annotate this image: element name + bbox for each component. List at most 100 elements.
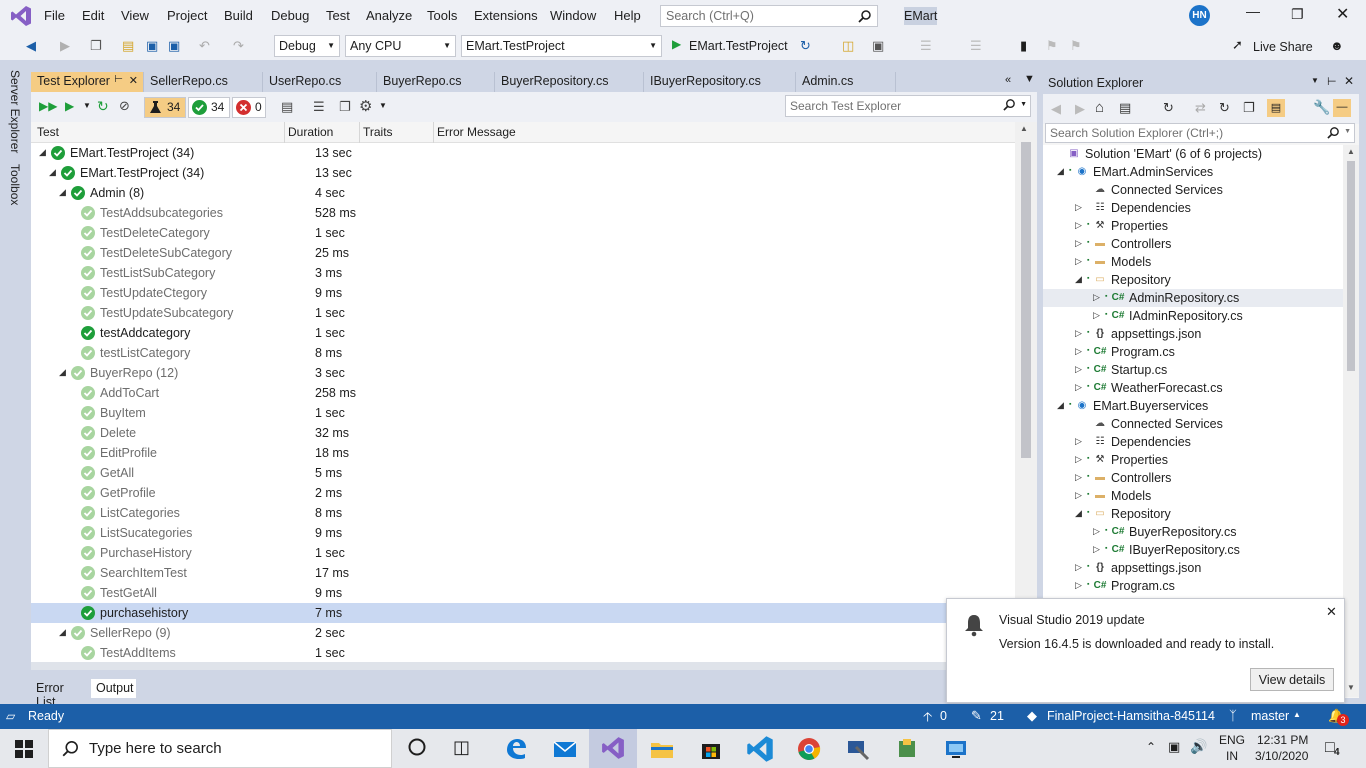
cancel-run-icon[interactable]: ⊘: [119, 98, 130, 114]
solution-tree-item[interactable]: ☁ Connected Services: [1043, 181, 1343, 199]
expand-arrow-icon[interactable]: ▷: [1093, 310, 1100, 321]
pending-changes-icon[interactable]: ↻: [1163, 100, 1174, 116]
solution-tree-item[interactable]: ▷ ▪ ▬ Models: [1043, 487, 1343, 505]
tab-sellerrepo[interactable]: SellerRepo.cs: [144, 72, 263, 92]
save-all-icon[interactable]: ▣: [168, 38, 180, 54]
playlist-icon[interactable]: ▤: [281, 99, 293, 115]
language-label[interactable]: ENG: [1219, 733, 1245, 747]
home-icon[interactable]: ⌂: [1095, 99, 1104, 116]
chrome-icon[interactable]: [795, 735, 823, 763]
view-details-button[interactable]: View details: [1250, 668, 1334, 691]
remote-desktop-icon[interactable]: [942, 735, 970, 763]
menu-window[interactable]: Window: [550, 8, 596, 23]
expand-arrow-icon[interactable]: ▷: [1075, 580, 1082, 591]
test-row[interactable]: TestAddItems 1 sec: [31, 643, 1015, 663]
repeat-run-icon[interactable]: ↻: [97, 98, 109, 115]
screenshot-icon[interactable]: ▣: [872, 38, 884, 54]
tab-overflow-icon[interactable]: «: [1005, 74, 1011, 86]
chevron-up-icon[interactable]: ⌃: [1146, 740, 1156, 754]
expand-arrow-icon[interactable]: ▷: [1075, 472, 1082, 483]
test-row[interactable]: PurchaseHistory 1 sec: [31, 543, 1015, 563]
menu-analyze[interactable]: Analyze: [366, 8, 412, 23]
avatar[interactable]: HN: [1189, 5, 1210, 26]
test-row[interactable]: ◢ EMart.TestProject (34) 13 sec: [31, 163, 1015, 183]
minimize-icon[interactable]: —: [1246, 3, 1260, 19]
menu-extensions[interactable]: Extensions: [474, 8, 538, 23]
undo-icon[interactable]: ↶: [199, 38, 210, 54]
close-icon[interactable]: ✕: [1344, 74, 1354, 88]
expand-arrow-icon[interactable]: ▷: [1075, 364, 1082, 375]
preview-icon[interactable]: —: [1333, 99, 1351, 117]
chevron-up-icon[interactable]: ▲: [1293, 710, 1301, 719]
expand-arrow-icon[interactable]: ▷: [1075, 454, 1082, 465]
test-row[interactable]: TestAddsubcategories 528 ms: [31, 203, 1015, 223]
solution-tree-item[interactable]: ▷ ▪ C# BuyerRepository.cs: [1043, 523, 1343, 541]
solution-tree-item[interactable]: ▷ ▪ ▬ Controllers: [1043, 235, 1343, 253]
solution-tree-item[interactable]: ◢ ▪ ◉ EMart.AdminServices: [1043, 163, 1343, 181]
menu-tools[interactable]: Tools: [427, 8, 457, 23]
run-icon[interactable]: ▶: [672, 37, 681, 51]
expand-arrow-icon[interactable]: ▷: [1075, 328, 1082, 339]
test-row[interactable]: GetAll 5 ms: [31, 463, 1015, 483]
expander-icon[interactable]: ◢: [59, 627, 66, 638]
chevron-down-icon[interactable]: ▼: [1344, 128, 1351, 135]
test-row[interactable]: ◢ Admin (8) 4 sec: [31, 183, 1015, 203]
tab-admin[interactable]: Admin.cs: [796, 72, 896, 92]
up-count[interactable]: 0: [940, 709, 947, 723]
startup-project-dropdown[interactable]: EMart.TestProject ▼: [461, 35, 662, 57]
solution-tree-item[interactable]: ▷ ▪ ⚒ Properties: [1043, 451, 1343, 469]
tab-userrepo[interactable]: UserRepo.cs: [263, 72, 377, 92]
tab-ibuyerrepository[interactable]: IBuyerRepository.cs: [644, 72, 796, 92]
passed-tests-badge[interactable]: 34: [188, 97, 230, 118]
switch-views-icon[interactable]: ▤: [1119, 100, 1131, 116]
test-row[interactable]: TestListSubCategory 3 ms: [31, 263, 1015, 283]
wrench-icon[interactable]: 🔧: [1313, 99, 1330, 116]
output-window-icon[interactable]: ▱: [6, 709, 15, 723]
test-row[interactable]: testListCategory 8 ms: [31, 343, 1015, 363]
menu-debug[interactable]: Debug: [271, 8, 309, 23]
tab-output[interactable]: Output: [91, 679, 136, 698]
mail-icon[interactable]: [551, 735, 579, 763]
test-row[interactable]: AddToCart 258 ms: [31, 383, 1015, 403]
test-explorer-hscroll[interactable]: [31, 662, 1037, 670]
expander-icon[interactable]: ◢: [49, 167, 56, 178]
bookmark-next-icon[interactable]: ⚑: [1070, 38, 1082, 54]
file-explorer-icon[interactable]: [648, 735, 676, 763]
package-app-icon[interactable]: [893, 735, 921, 763]
edge-icon[interactable]: [502, 735, 530, 763]
test-row[interactable]: TestDeleteCategory 1 sec: [31, 223, 1015, 243]
format-icon[interactable]: ☰: [920, 38, 932, 54]
column-duration[interactable]: Duration: [288, 125, 333, 139]
back-icon[interactable]: ◀: [1051, 101, 1061, 117]
expand-arrow-icon[interactable]: ▷: [1093, 292, 1100, 303]
collapse-all-icon[interactable]: ❐: [1243, 100, 1255, 116]
live-share-icon[interactable]: ➚: [1232, 37, 1243, 53]
test-row[interactable]: Delete 32 ms: [31, 423, 1015, 443]
test-row[interactable]: BuyItem 1 sec: [31, 403, 1015, 423]
test-row[interactable]: testAddcategory 1 sec: [31, 323, 1015, 343]
branch-name[interactable]: master: [1251, 709, 1289, 723]
column-traits[interactable]: Traits: [363, 125, 393, 139]
test-explorer-search-input[interactable]: Search Test Explorer ▼: [785, 95, 1031, 117]
test-row[interactable]: ListCategories 8 ms: [31, 503, 1015, 523]
test-row[interactable]: SearchItemTest 17 ms: [31, 563, 1015, 583]
new-project-icon[interactable]: ❐: [90, 38, 102, 54]
platform-dropdown[interactable]: Any CPU ▼: [345, 35, 456, 57]
menu-file[interactable]: File: [44, 8, 65, 23]
pin-icon[interactable]: ⊢: [1327, 75, 1337, 88]
configuration-dropdown[interactable]: Debug ▼: [274, 35, 340, 57]
find-in-files-icon[interactable]: ◫: [842, 38, 854, 54]
close-icon[interactable]: ✕: [129, 74, 138, 87]
repo-icon[interactable]: ◆: [1027, 708, 1037, 724]
menu-test[interactable]: Test: [326, 8, 350, 23]
solution-tree-item[interactable]: ▷ ▪ C# Program.cs: [1043, 577, 1343, 595]
pencil-icon[interactable]: ✎: [971, 708, 982, 724]
solution-tree-item[interactable]: ◢ ▪ ▭ Repository: [1043, 505, 1343, 523]
expand-arrow-icon[interactable]: ▷: [1075, 562, 1082, 573]
column-test[interactable]: Test: [37, 125, 59, 139]
visual-studio-taskbar-app[interactable]: [589, 729, 637, 768]
solution-tree-item[interactable]: ▷ ☷ Dependencies: [1043, 199, 1343, 217]
run-icon[interactable]: ▶: [65, 99, 74, 113]
restore-icon[interactable]: ❐: [1291, 6, 1304, 23]
solution-tree-item[interactable]: ▷ ▪ C# Startup.cs: [1043, 361, 1343, 379]
